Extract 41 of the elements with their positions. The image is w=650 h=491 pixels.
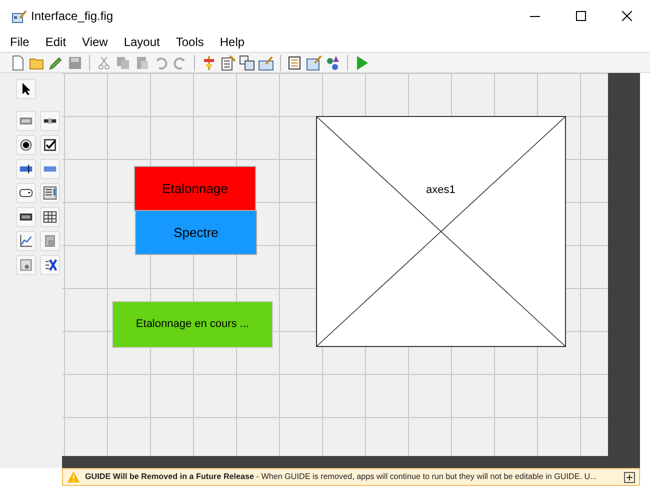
window-title: Interface_fig.fig <box>31 8 114 25</box>
menu-item[interactable]: File <box>8 33 32 51</box>
menu-item[interactable]: Edit <box>43 33 68 51</box>
new-file-icon[interactable] <box>10 54 26 70</box>
run-icon[interactable] <box>354 54 370 70</box>
close-icon[interactable] <box>622 11 632 21</box>
menu-item[interactable]: Layout <box>122 33 162 51</box>
edit-text-icon[interactable] <box>16 159 36 179</box>
save-icon[interactable] <box>67 54 83 70</box>
editor-icon[interactable] <box>220 54 236 70</box>
menu-item[interactable]: Tools <box>174 33 206 51</box>
toggle-button-icon[interactable] <box>16 207 36 227</box>
expand-button[interactable] <box>624 472 635 482</box>
menu-item[interactable]: View <box>80 33 110 51</box>
activex-icon[interactable] <box>40 255 60 275</box>
cut-icon[interactable] <box>96 54 112 70</box>
push-button[interactable]: Etalonnage <box>134 166 256 211</box>
popup-menu-icon[interactable] <box>16 183 36 203</box>
app-icon <box>12 10 27 22</box>
axes-icon[interactable] <box>16 231 36 251</box>
align-icon[interactable] <box>201 54 217 70</box>
slider-icon[interactable] <box>40 111 60 131</box>
listbox-icon[interactable] <box>40 183 60 203</box>
tab-order-icon[interactable] <box>239 54 255 70</box>
button-group-icon[interactable] <box>16 255 36 275</box>
maximize-icon[interactable] <box>576 11 586 21</box>
property-inspector-icon[interactable] <box>287 54 303 70</box>
static-text: Etalonnage en cours ... <box>112 301 273 348</box>
warning-message: GUIDE Will be Removed in a Future Release - When GUIDE is removed, apps will continue to run but they will not be editable in GUIDE. U... <box>85 470 597 483</box>
axes-label: axes1 <box>426 183 456 198</box>
warning-icon <box>67 471 80 483</box>
radio-button-icon[interactable] <box>16 135 36 155</box>
object-browser-icon[interactable] <box>325 54 341 70</box>
push-button[interactable]: Spectre <box>135 210 257 255</box>
menu-item[interactable]: Help <box>218 33 247 51</box>
panel-icon[interactable] <box>40 231 60 251</box>
checkbox-icon[interactable] <box>40 135 60 155</box>
menu-editor-icon[interactable] <box>258 54 274 70</box>
pencil-icon[interactable] <box>48 54 64 70</box>
table-icon[interactable] <box>40 207 60 227</box>
editor-window-icon[interactable] <box>306 54 322 70</box>
